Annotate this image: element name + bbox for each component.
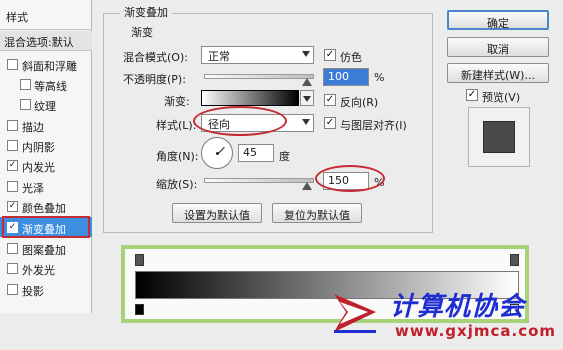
opacity-value: 100 xyxy=(328,70,349,83)
style-annotation-ellipse xyxy=(193,106,287,136)
reset-default-button[interactable]: 复位为默认值 xyxy=(272,203,362,223)
cancel-button[interactable]: 取消 xyxy=(447,37,549,57)
blend-mode-label: 混合模式(O): xyxy=(123,51,188,64)
chevron-down-icon xyxy=(302,119,310,125)
watermark-title: 计算机协会 xyxy=(390,292,526,322)
ok-button[interactable]: 确定 xyxy=(447,10,549,30)
angle-dial[interactable] xyxy=(201,137,233,169)
scale-slider[interactable] xyxy=(204,178,314,183)
sidebar-item-contour[interactable]: 等高线 xyxy=(0,74,92,94)
opacity-slider[interactable] xyxy=(204,74,314,79)
drop-shadow-checkbox[interactable] xyxy=(7,284,18,295)
reverse-checkbox[interactable]: ✓ xyxy=(324,94,336,106)
sidebar-item-label: 光泽 xyxy=(22,182,44,195)
angle-label: 角度(N): xyxy=(156,150,199,163)
chevron-down-icon xyxy=(302,51,310,57)
color-overlay-checkbox[interactable]: ✓ xyxy=(7,201,18,212)
style-label: 样式(L): xyxy=(156,119,197,132)
sidebar-item-label: 外发光 xyxy=(22,264,55,277)
angle-center-dot xyxy=(216,152,219,155)
sidebar-item-inner-shadow[interactable]: 内阴影 xyxy=(0,135,92,155)
sidebar-item-label: 内发光 xyxy=(22,161,55,174)
styles-list: 样式 混合选项:默认 斜面和浮雕 等高线 纹理 描边 内阴影 ✓ 内发光 光泽 … xyxy=(0,0,92,313)
styles-title: 样式 xyxy=(6,11,28,24)
reverse-label: 反向(R) xyxy=(340,96,379,109)
blend-mode-select[interactable]: 正常 xyxy=(201,46,314,64)
inner-glow-checkbox[interactable]: ✓ xyxy=(7,160,18,171)
contour-checkbox[interactable] xyxy=(20,79,31,90)
sidebar-item-bevel-emboss[interactable]: 斜面和浮雕 xyxy=(0,54,92,74)
watermark-logo-icon xyxy=(334,294,376,333)
sidebar-item-inner-glow[interactable]: ✓ 内发光 xyxy=(0,155,92,175)
sidebar-item-label: 纹理 xyxy=(34,100,56,113)
sidebar-item-label: 图案叠加 xyxy=(22,244,66,257)
set-default-button[interactable]: 设置为默认值 xyxy=(172,203,262,223)
chevron-down-icon xyxy=(303,96,311,102)
selected-item-highlight xyxy=(2,216,90,238)
sidebar-item-pattern-overlay[interactable]: 图案叠加 xyxy=(0,238,92,258)
inner-shadow-checkbox[interactable] xyxy=(7,140,18,151)
gradient-label: 渐变: xyxy=(164,95,190,108)
opacity-label: 不透明度(P): xyxy=(123,73,186,86)
opacity-stop-left[interactable] xyxy=(135,254,144,266)
group-title: 渐变叠加 xyxy=(120,4,172,20)
satin-checkbox[interactable] xyxy=(7,181,18,192)
gradient-swatch[interactable] xyxy=(201,90,299,106)
blend-mode-value: 正常 xyxy=(208,50,230,63)
scale-annotation-ellipse xyxy=(315,165,385,192)
sidebar-item-color-overlay[interactable]: ✓ 颜色叠加 xyxy=(0,196,92,216)
pattern-overlay-checkbox[interactable] xyxy=(7,243,18,254)
sidebar-item-label: 斜面和浮雕 xyxy=(22,60,77,73)
sidebar-item-drop-shadow[interactable]: 投影 xyxy=(0,279,92,299)
sidebar-item-label: 内阴影 xyxy=(22,141,55,154)
dither-label: 仿色 xyxy=(340,51,362,64)
align-layer-checkbox[interactable]: ✓ xyxy=(324,117,336,129)
bevel-emboss-checkbox[interactable] xyxy=(7,59,18,70)
sub-group-title: 渐变 xyxy=(128,24,156,40)
new-style-button[interactable]: 新建样式(W)... xyxy=(447,63,549,83)
sidebar-item-label: 等高线 xyxy=(34,80,67,93)
scale-label: 缩放(S): xyxy=(156,178,198,191)
angle-input[interactable]: 45 xyxy=(238,144,274,162)
style-preview xyxy=(468,107,530,167)
preview-checkbox[interactable]: ✓ xyxy=(466,89,478,101)
blend-options-item[interactable]: 混合选项:默认 xyxy=(0,31,92,51)
angle-value: 45 xyxy=(243,146,257,159)
preview-swatch xyxy=(483,121,515,153)
color-stop-left[interactable] xyxy=(135,304,144,315)
gradient-picker-button[interactable] xyxy=(300,90,314,106)
opacity-percent: % xyxy=(374,71,385,84)
sidebar-item-satin[interactable]: 光泽 xyxy=(0,176,92,196)
texture-checkbox[interactable] xyxy=(20,99,31,110)
sidebar-item-stroke[interactable]: 描边 xyxy=(0,115,92,135)
sidebar-item-label: 投影 xyxy=(22,285,44,298)
angle-unit: 度 xyxy=(279,150,290,163)
watermark-url: www.gxjmca.com xyxy=(395,322,557,340)
sidebar-item-label: 颜色叠加 xyxy=(22,202,66,215)
sidebar-item-label: 描边 xyxy=(22,121,44,134)
dither-checkbox[interactable]: ✓ xyxy=(324,49,336,61)
opacity-stop-right[interactable] xyxy=(510,254,519,266)
scale-slider-thumb[interactable] xyxy=(302,182,312,190)
sidebar-item-outer-glow[interactable]: 外发光 xyxy=(0,258,92,278)
opacity-slider-thumb[interactable] xyxy=(302,78,312,86)
stroke-checkbox[interactable] xyxy=(7,120,18,131)
sidebar-item-texture[interactable]: 纹理 xyxy=(0,94,92,114)
outer-glow-checkbox[interactable] xyxy=(7,263,18,274)
opacity-input[interactable]: 100 xyxy=(323,68,369,86)
styles-header: 样式 xyxy=(0,0,92,30)
align-layer-label: 与图层对齐(I) xyxy=(340,119,407,132)
preview-label: 预览(V) xyxy=(482,91,521,104)
